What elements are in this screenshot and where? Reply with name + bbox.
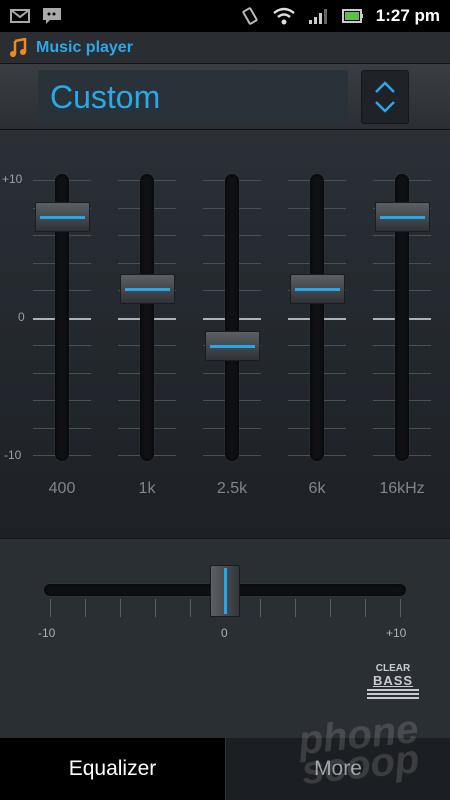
- scale-max-label: +10: [2, 172, 23, 186]
- clear-bass-tick: [330, 599, 331, 617]
- clear-bass-tick: [120, 599, 121, 617]
- preset-spinner-button[interactable]: [361, 70, 409, 124]
- clear-bass-tick: [50, 599, 51, 617]
- eq-track[interactable]: [140, 174, 154, 461]
- battery-charging-icon: [341, 9, 363, 23]
- eq-track[interactable]: [225, 174, 239, 461]
- clear-bass-mid-label: 0: [221, 626, 228, 640]
- music-note-icon: [10, 37, 27, 57]
- clear-bass-tick: [190, 599, 191, 617]
- eq-slider-6k[interactable]: [288, 130, 349, 538]
- eq-slider-1k[interactable]: [118, 130, 179, 538]
- eq-band-label: 16kHz: [379, 480, 425, 497]
- status-bar: 1:27 pm: [0, 0, 450, 32]
- eq-thumb-indicator: [210, 345, 255, 349]
- clear-bass-thumb[interactable]: [210, 565, 240, 617]
- clear-bass-tick: [365, 599, 366, 617]
- preset-selector[interactable]: Custom: [38, 70, 348, 124]
- status-time: 1:27 pm: [375, 6, 440, 25]
- clear-bass-thumb-indicator: [224, 568, 227, 614]
- eq-thumb[interactable]: [120, 273, 175, 304]
- scale-min-label: -10: [4, 448, 22, 462]
- watermark-line2: scoop: [299, 736, 422, 794]
- eq-slider-16kHz[interactable]: [373, 130, 434, 538]
- up-down-chevron-icon: [375, 81, 395, 113]
- preset-bar: Custom: [0, 64, 450, 130]
- signal-icon: [308, 9, 327, 24]
- clear-bass-tick: [85, 599, 86, 617]
- messaging-icon: [43, 8, 61, 24]
- clear-bass-tick: [155, 599, 156, 617]
- preset-value: Custom: [50, 78, 161, 115]
- app-header: Music player: [0, 32, 450, 64]
- clear-bass-logo-bottom: BASS: [372, 673, 414, 688]
- app-title: Music player: [36, 38, 133, 56]
- eq-slider-400[interactable]: [33, 130, 94, 538]
- eq-thumb[interactable]: [290, 273, 345, 304]
- scale-mid-label: 0: [18, 310, 25, 324]
- eq-thumb-indicator: [380, 216, 425, 220]
- equalizer-panel: +10 0 -10 400 1k 2.5k 6k 16kHz: [0, 130, 450, 538]
- eq-slider-2.5k[interactable]: [203, 130, 264, 538]
- eq-thumb[interactable]: [35, 202, 90, 233]
- eq-thumb-indicator: [295, 287, 340, 291]
- eq-thumb-indicator: [40, 216, 85, 220]
- eq-thumb[interactable]: [205, 331, 260, 362]
- watermark: phone scoop: [296, 707, 423, 794]
- clear-bass-min-label: -10: [38, 626, 56, 640]
- vibrate-icon: [242, 7, 258, 25]
- clear-bass-tick: [260, 599, 261, 617]
- clear-bass-panel: -10 0 +10 CLEAR BASS: [0, 538, 450, 738]
- eq-track[interactable]: [310, 174, 324, 461]
- eq-thumb-indicator: [125, 287, 170, 291]
- eq-band-label: 1k: [138, 480, 156, 497]
- gmail-icon: [10, 9, 30, 23]
- clear-bass-max-label: +10: [386, 626, 407, 640]
- eq-band-label: 400: [48, 480, 76, 497]
- wifi-icon: [272, 7, 295, 25]
- tab-equalizer[interactable]: Equalizer: [0, 738, 225, 800]
- clear-bass-logo: CLEAR BASS: [367, 663, 419, 701]
- eq-thumb[interactable]: [375, 202, 430, 233]
- eq-band-label: 6k: [308, 480, 326, 497]
- eq-band-label: 2.5k: [216, 480, 248, 497]
- clear-bass-tick: [295, 599, 296, 617]
- clear-bass-tick: [400, 599, 401, 617]
